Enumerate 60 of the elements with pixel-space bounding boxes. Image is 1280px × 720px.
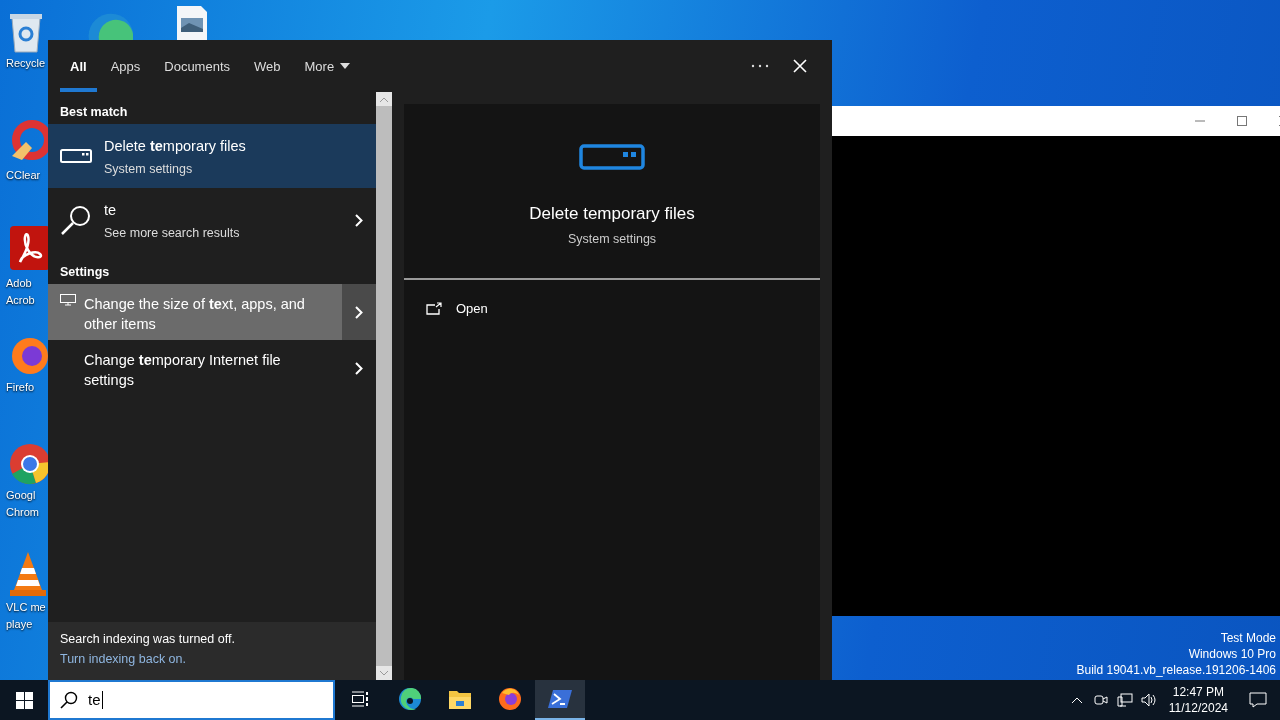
result-subtitle: See more search results: [104, 226, 240, 240]
result-title: Delete temporary files: [104, 137, 246, 156]
desktop-icon-label[interactable]: Chrom: [6, 505, 39, 520]
indexing-message: Search indexing was turned off.: [60, 632, 236, 646]
image-file-icon: [175, 6, 209, 40]
preview-subtitle: System settings: [567, 232, 657, 246]
filter-tab[interactable]: Documents: [154, 40, 240, 92]
result-item[interactable]: Change the size of text, apps, and other items: [48, 284, 376, 340]
desktop-icon-label[interactable]: Recycle: [6, 56, 46, 71]
test-mode-watermark-line: Build 19041.vb_release.191206-1406: [1076, 662, 1276, 678]
windows-logo-icon: [15, 691, 33, 709]
edge-icon: [398, 687, 422, 711]
close-icon: [793, 59, 807, 73]
speech-bubble-icon: [1249, 692, 1267, 708]
taskbar-app-button[interactable]: [535, 680, 585, 720]
section-heading: Best match: [59, 104, 129, 121]
indexing-link[interactable]: Turn indexing back on.: [60, 652, 186, 666]
chevron-right-icon: [355, 305, 363, 319]
result-title: Change temporary Internet file settings: [84, 351, 282, 390]
search-icon: [60, 204, 92, 236]
clock-date: 11/12/2024: [1168, 700, 1228, 716]
result-item[interactable]: Change temporary Internet file settings: [48, 340, 376, 396]
filter-tab[interactable]: Apps: [100, 40, 151, 92]
chevron-right-icon: [355, 213, 363, 227]
firefox-icon: [498, 687, 522, 711]
clock[interactable]: 12:47 PM 11/12/2024: [1160, 684, 1236, 716]
filter-tab[interactable]: Web: [244, 40, 291, 92]
drive-icon: [60, 149, 92, 163]
maximize-icon[interactable]: [1236, 115, 1248, 127]
desktop-icon-label[interactable]: Firefo: [6, 380, 35, 395]
open-action[interactable]: Open: [404, 280, 510, 336]
desktop-icon-label[interactable]: CClear: [6, 168, 41, 183]
taskbar-search-field[interactable]: te: [48, 680, 335, 720]
section-heading: Settings: [59, 264, 111, 281]
task-view-icon: [351, 691, 369, 707]
terminal-icon: [548, 689, 572, 709]
ellipsis-icon: [751, 64, 769, 68]
result-item[interactable]: te See more search results: [48, 188, 376, 252]
search-icon: [60, 691, 78, 709]
preview-title: Delete temporary files: [529, 204, 695, 224]
chevron-up-icon: [1070, 696, 1083, 704]
clock-time: 12:47 PM: [1172, 684, 1225, 700]
desktop-icon-label[interactable]: playe: [6, 617, 33, 632]
desktop-icon-label[interactable]: Adob: [6, 276, 32, 291]
open-icon: [426, 301, 442, 315]
chevron-right-icon: [355, 361, 363, 375]
drive-icon: [579, 144, 645, 170]
folder-icon: [448, 688, 472, 710]
filter-tab[interactable]: All: [60, 40, 97, 92]
test-mode-watermark-line: Windows 10 Pro: [1188, 646, 1276, 662]
filter-tab[interactable]: More: [294, 40, 361, 92]
monitor-icon: [60, 294, 76, 306]
result-title: te: [104, 201, 118, 220]
result-item[interactable]: Delete temporary files System settings: [48, 124, 376, 188]
test-mode-watermark-line: Test Mode: [1220, 630, 1276, 646]
result-subtitle: System settings: [104, 162, 194, 176]
desktop-icon-label[interactable]: Acrob: [6, 293, 35, 308]
desktop-icon-label[interactable]: VLC me: [6, 600, 46, 615]
result-title: Change the size of text, apps, and other items: [84, 295, 306, 334]
desktop-icon-label[interactable]: Googl: [6, 488, 36, 503]
